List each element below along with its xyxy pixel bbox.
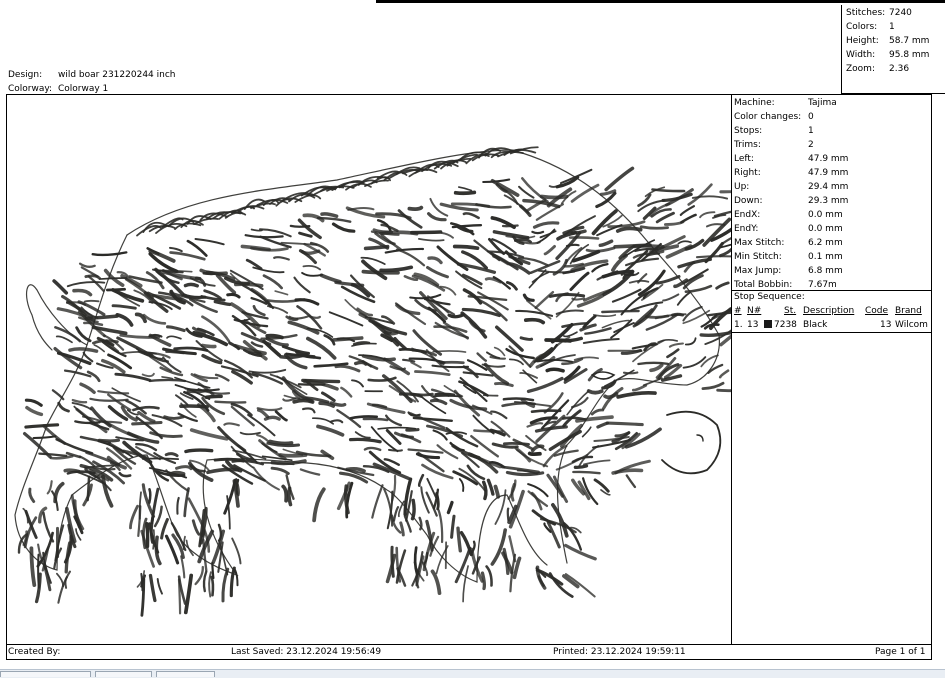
- col-code: Code: [865, 306, 889, 316]
- embroidery-design-preview: [14, 146, 731, 617]
- panel-divider: [731, 94, 732, 644]
- stop-sequence-bottom-rule: [732, 332, 932, 333]
- thread-color-swatch: [764, 320, 772, 328]
- machine-row: Left: 47.9 mm: [734, 154, 849, 164]
- col-index: #: [734, 306, 742, 316]
- machine-row: Trims: 2: [734, 140, 814, 150]
- design-name-row: Design: wild boar 231220244 inch: [8, 70, 176, 80]
- col-brand: Brand: [895, 306, 922, 316]
- machine-row: Down: 29.3 mm: [734, 196, 849, 206]
- page-number: Page 1 of 1: [875, 647, 926, 657]
- printed-date: Printed: 23.12.2024 19:59:11: [553, 647, 686, 657]
- bottom-tab-2[interactable]: [95, 671, 152, 677]
- stat-zoom: Zoom: 2.36: [846, 64, 910, 74]
- stop-sequence-top-rule: [732, 290, 932, 291]
- machine-row: Max Jump: 6.8 mm: [734, 266, 843, 276]
- stat-width: Width: 95.8 mm: [846, 50, 930, 60]
- design-stats-panel: Stitches: 7240 Colors: 1 Height: 58.7 mm Wi…: [841, 5, 945, 94]
- col-description: Description: [803, 306, 855, 316]
- stat-height: Height: 58.7 mm: [846, 36, 930, 46]
- machine-row: Min Stitch: 0.1 mm: [734, 252, 843, 262]
- machine-row: Machine: Tajima: [734, 98, 837, 108]
- stat-colors: Colors: 1: [846, 22, 895, 32]
- machine-row: Up: 29.4 mm: [734, 182, 849, 192]
- stop-sequence-title: Stop Sequence:: [734, 292, 805, 302]
- bottom-tab-3[interactable]: [156, 671, 215, 677]
- colorway-name: Colorway 1: [58, 84, 109, 94]
- machine-row: EndX: 0.0 mm: [734, 210, 843, 220]
- design-header: Design: wild boar 231220244 inch Colorway…: [8, 68, 175, 96]
- machine-row: Color changes: 0: [734, 112, 814, 122]
- bottom-tab-1[interactable]: [0, 671, 91, 677]
- col-needle: N#: [747, 306, 762, 316]
- created-by: Created By:: [8, 647, 61, 657]
- machine-row: Max Stitch: 6.2 mm: [734, 238, 843, 248]
- footer-rule: [6, 644, 932, 645]
- col-stitches: St.: [784, 306, 797, 316]
- machine-row: EndY: 0.0 mm: [734, 224, 843, 234]
- design-name: wild boar 231220244 inch: [58, 70, 176, 80]
- stat-stitches: Stitches: 7240: [846, 8, 912, 18]
- machine-row: Right: 47.9 mm: [734, 168, 849, 178]
- machine-row: Stops: 1: [734, 126, 814, 136]
- last-saved: Last Saved: 23.12.2024 19:56:49: [231, 647, 382, 657]
- wild-boar-stitch-art: [14, 146, 731, 617]
